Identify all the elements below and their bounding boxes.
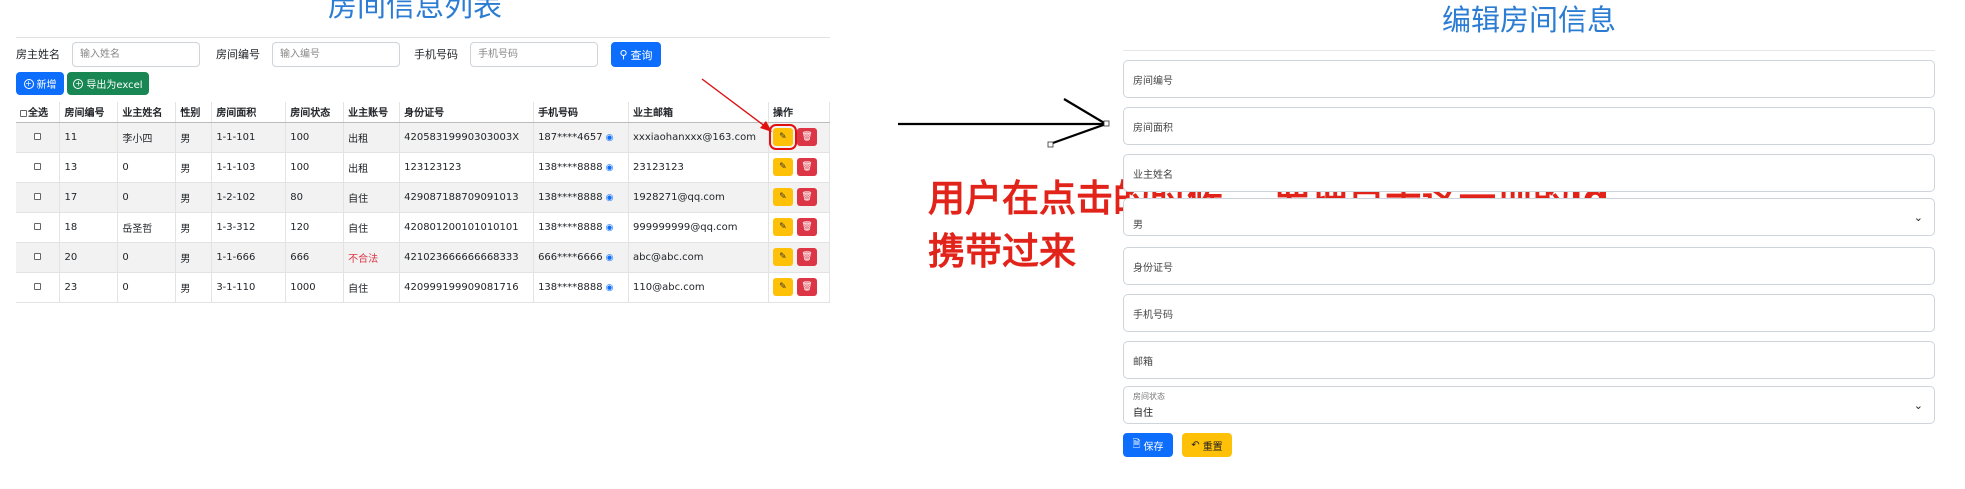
phone-field-label: 手机号码 [1133,309,1173,321]
owner-name-field[interactable]: 业主姓名 [1123,154,1935,192]
save-button[interactable]: 🗎 保存 [1123,433,1173,457]
red-pointer-line [701,78,767,128]
room-no-field[interactable]: 房间编号 [1123,60,1935,98]
idcard-field[interactable]: 身份证号 [1123,247,1935,285]
email-field-label: 邮箱 [1133,356,1153,368]
room-no-field-label: 房间编号 [1133,75,1173,87]
room-state-select[interactable]: 房间状态 自住 ⌄ [1123,386,1935,424]
idcard-field-label: 身份证号 [1133,262,1173,274]
arrow-handle [1103,120,1110,127]
room-state-label: 房间状态 [1133,392,1165,401]
room-state-value: 自住 [1133,408,1153,419]
phone-field[interactable]: 手机号码 [1123,294,1935,332]
save-icon: 🗎 [1132,438,1141,450]
reset-button-label: 重置 [1202,441,1223,453]
save-button-label: 保存 [1143,441,1164,453]
gender-select[interactable]: 男 ⌄ [1123,198,1935,236]
chevron-down-icon: ⌄ [1913,211,1923,224]
email-field[interactable]: 邮箱 [1123,341,1935,379]
reset-button[interactable]: ↶ 重置 [1182,433,1232,457]
owner-name-field-label: 业主姓名 [1133,169,1173,181]
arrow-handle [1047,141,1054,148]
chevron-down-icon: ⌄ [1913,399,1923,412]
red-arrow-head [760,121,772,132]
black-arrow-head [1049,98,1109,146]
room-area-field-label: 房间面积 [1133,122,1173,134]
edit-title-divider [1123,50,1935,51]
gender-select-value: 男 [1133,220,1143,231]
edit-page-title: 编辑房间信息 [1441,3,1616,37]
room-area-field[interactable]: 房间面积 [1123,107,1935,145]
reset-icon: ↶ [1191,439,1200,451]
